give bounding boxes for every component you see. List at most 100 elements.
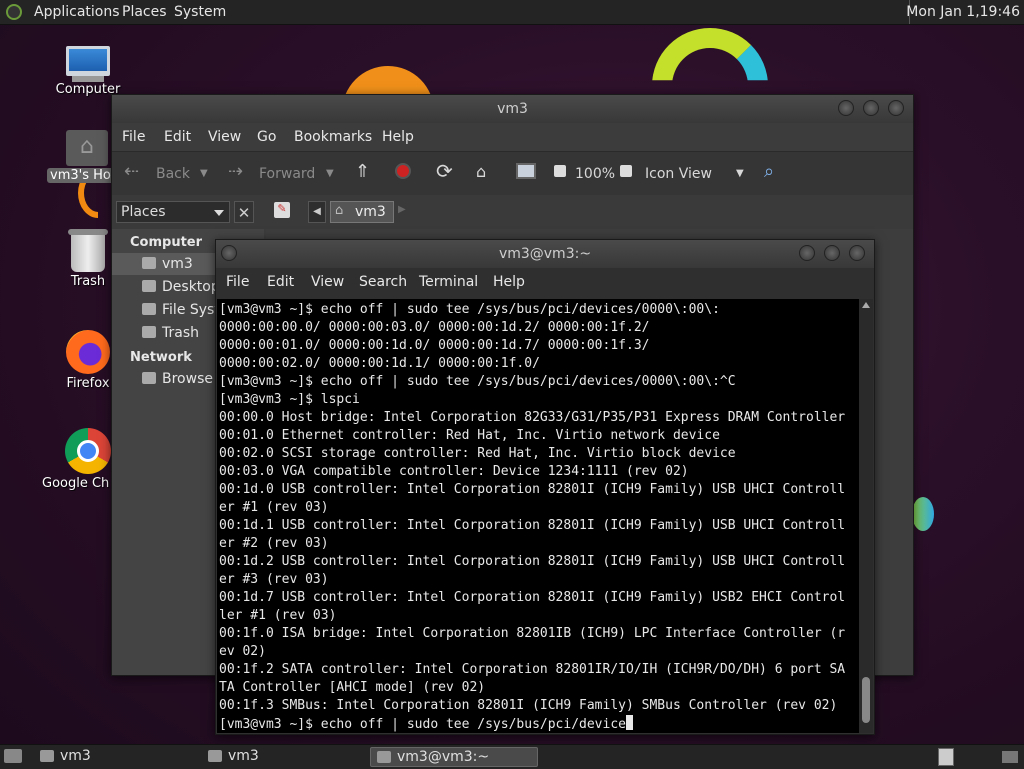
chevron-down-icon [214, 210, 224, 216]
taskbar-item-active[interactable]: vm3@vm3:~ [370, 747, 538, 767]
menu-help[interactable]: Help [493, 274, 525, 290]
stop-icon[interactable] [395, 163, 411, 179]
terminal-line: ler #1 (rev 03) [219, 608, 337, 623]
terminal-menubar: File Edit View Search Terminal Help [216, 268, 874, 296]
file-manager-toolbar: ⇠ Back ▼ ⇢ Forward ▼ ⇑ ⟳ ⌂ 100% Icon Vie… [112, 151, 913, 196]
places-combo[interactable]: Places [116, 201, 230, 223]
terminal-line: 00:1d.0 USB controller: Intel Corporatio… [219, 482, 846, 497]
computer-icon[interactable] [516, 163, 536, 179]
menu-help[interactable]: Help [382, 129, 414, 145]
trash-icon [142, 326, 156, 338]
home-folder-icon [66, 130, 108, 166]
terminal-lines: [vm3@vm3 ~]$ echo off | sudo tee /sys/bu… [219, 302, 845, 713]
search-icon[interactable]: ⌕ [764, 161, 774, 182]
system-menu[interactable]: System [174, 4, 226, 20]
menu-bookmarks[interactable]: Bookmarks [294, 129, 372, 145]
terminal-line: 00:1d.2 USB controller: Intel Corporatio… [219, 554, 846, 569]
top-panel: Applications Places System Mon Jan 1,19:… [0, 0, 1024, 25]
menu-file[interactable]: File [122, 129, 145, 145]
menu-file[interactable]: File [226, 274, 249, 290]
show-desktop-icon[interactable] [4, 749, 22, 763]
folder-icon [40, 750, 54, 762]
terminal-line: er #1 (rev 03) [219, 500, 329, 515]
back-button[interactable]: Back [156, 166, 190, 182]
maximize-button[interactable] [863, 100, 879, 116]
view-mode-select[interactable]: Icon View [645, 166, 712, 182]
forward-history-dropdown-icon[interactable]: ▼ [326, 168, 334, 179]
clock[interactable]: Mon Jan 1,19:46 [906, 4, 1020, 20]
trash-applet-icon[interactable] [938, 748, 954, 766]
close-button[interactable] [849, 245, 865, 261]
terminal-line: TA Controller [AHCI mode] (rev 02) [219, 680, 486, 695]
chrome-icon [65, 428, 111, 474]
forward-button[interactable]: Forward [259, 166, 315, 182]
scrollbar-thumb[interactable] [862, 677, 870, 723]
menu-go[interactable]: Go [257, 129, 276, 145]
applications-menu[interactable]: Applications [34, 4, 120, 20]
path-right-icon[interactable]: ▶ [398, 204, 406, 215]
folder-icon [208, 750, 222, 762]
wallpaper-shape [912, 497, 934, 531]
terminal-titlebar[interactable]: vm3@vm3:~ [216, 240, 874, 268]
terminal-line: [vm3@vm3 ~]$ lspci [219, 392, 360, 407]
menu-edit[interactable]: Edit [267, 274, 294, 290]
desktop-icon-label: Google Chrome [42, 476, 110, 491]
workspace-switcher[interactable] [1002, 751, 1018, 763]
edit-location-icon[interactable]: ✎ [274, 202, 290, 218]
scroll-up-icon[interactable] [862, 302, 870, 308]
menu-view[interactable]: View [208, 129, 241, 145]
minimize-button[interactable] [838, 100, 854, 116]
reload-icon[interactable]: ⟳ [436, 159, 453, 183]
zoom-in-icon[interactable] [620, 165, 632, 177]
view-mode-dropdown-icon[interactable]: ▼ [736, 168, 744, 179]
terminal-prompt-input: [vm3@vm3 ~]$ echo off | sudo tee /sys/bu… [219, 717, 626, 732]
terminal-line: 0000:00:01.0/ 0000:00:1d.0/ 0000:00:1d.7… [219, 338, 650, 353]
trash-icon [68, 229, 108, 272]
zoom-level[interactable]: 100% [575, 166, 615, 182]
file-manager-titlebar[interactable]: vm3 [112, 95, 913, 123]
home-icon: ⌂ [335, 203, 344, 218]
terminal-line: 0000:00:00.0/ 0000:00:03.0/ 0000:00:1d.2… [219, 320, 650, 335]
terminal-line: ev 02) [219, 644, 266, 659]
taskbar-item[interactable]: vm3 [34, 747, 198, 767]
terminal-line: 00:1f.3 SMBus: Intel Corporation 82801I … [219, 698, 838, 713]
computer-icon [66, 46, 110, 82]
taskbar-item-label: vm3@vm3:~ [397, 749, 490, 765]
taskbar-item-label: vm3 [228, 748, 259, 764]
home-icon[interactable]: ⌂ [476, 162, 486, 181]
desktop-icon [142, 280, 156, 292]
window-title: vm3 [497, 101, 528, 117]
terminal-output[interactable]: [vm3@vm3 ~]$ echo off | sudo tee /sys/bu… [217, 299, 859, 733]
menu-terminal[interactable]: Terminal [419, 274, 478, 290]
zoom-out-icon[interactable] [554, 165, 566, 177]
path-button-vm3[interactable]: ⌂ vm3 [330, 201, 394, 223]
taskbar-item[interactable]: vm3 [202, 747, 366, 767]
desktop-icon-label: Trash [70, 274, 106, 289]
sidebar-heading-computer: Computer [130, 235, 203, 250]
distro-logo-icon[interactable] [6, 4, 22, 20]
file-manager-menubar: File Edit View Go Bookmarks Help [112, 123, 913, 151]
places-menu[interactable]: Places [122, 4, 167, 20]
maximize-button[interactable] [824, 245, 840, 261]
terminal-scrollbar[interactable] [859, 299, 873, 733]
up-arrow-icon[interactable]: ⇑ [355, 161, 370, 182]
sidebar-item-label: Trash [162, 325, 199, 341]
minimize-button[interactable] [799, 245, 815, 261]
menu-view[interactable]: View [311, 274, 344, 290]
terminal-line: er #3 (rev 03) [219, 572, 329, 587]
terminal-line: 00:03.0 VGA compatible controller: Devic… [219, 464, 689, 479]
terminal-line: [vm3@vm3 ~]$ echo off | sudo tee /sys/bu… [219, 302, 720, 317]
forward-arrow-icon: ⇢ [228, 161, 244, 182]
path-left-icon[interactable]: ◀ [308, 201, 326, 223]
desktop-icon-computer[interactable]: Computer [48, 46, 128, 97]
sidebar-heading-network: Network [130, 350, 192, 365]
menu-edit[interactable]: Edit [164, 129, 191, 145]
terminal-line: 00:01.0 Ethernet controller: Red Hat, In… [219, 428, 720, 443]
close-button[interactable] [888, 100, 904, 116]
back-history-dropdown-icon[interactable]: ▼ [200, 168, 208, 179]
close-sidebar-icon[interactable]: ✕ [234, 201, 254, 223]
terminal-icon [377, 751, 391, 763]
back-arrow-icon: ⇠ [124, 161, 140, 182]
desktop-icon-label: Firefox [66, 376, 110, 391]
menu-search[interactable]: Search [359, 274, 407, 290]
